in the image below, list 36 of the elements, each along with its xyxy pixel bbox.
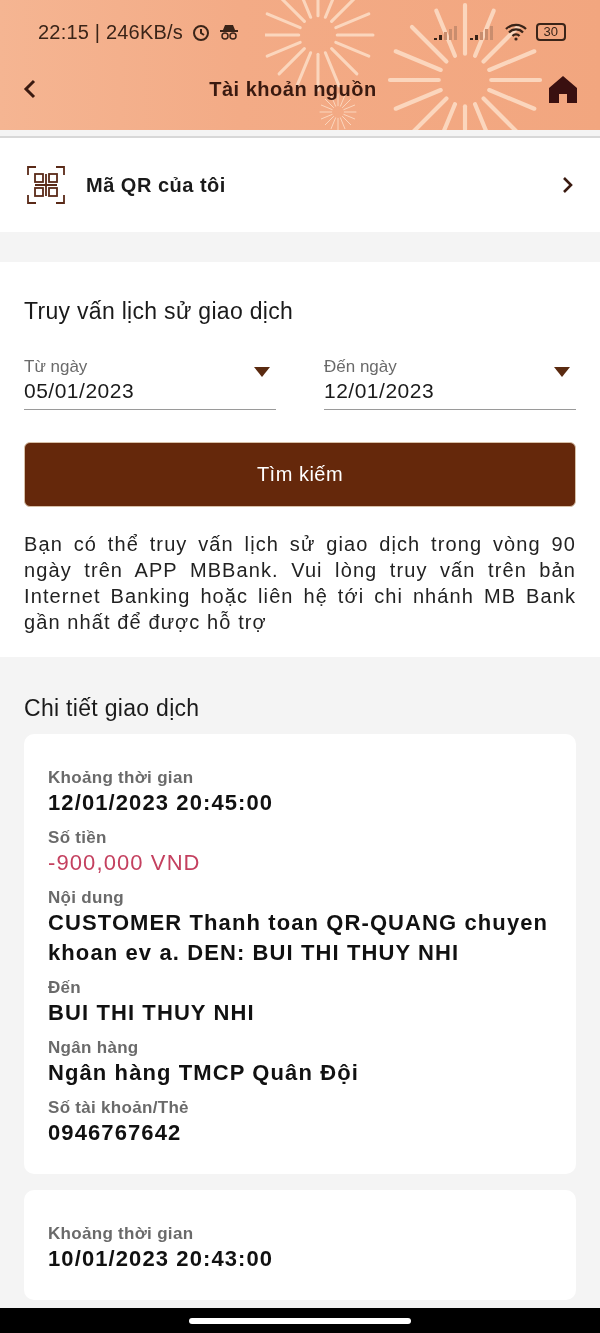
search-button[interactable]: Tìm kiếm	[24, 442, 576, 507]
my-qr-row[interactable]: Mã QR của tôi	[0, 138, 600, 232]
field-label: Khoảng thời gian	[48, 1224, 195, 1244]
status-time: 22:15 | 246KB/s	[38, 20, 183, 44]
date-field[interactable]: Đến ngày 12/01/2023	[324, 357, 576, 410]
alarm-icon	[190, 22, 211, 42]
info-note: Bạn có thể truy vấn lịch sử giao dịch trong vòng 90 ngày trên APP MBBank. Vui lòng truy vấn trên bản Internet Banking hoặc liên hệ tới chi nhánh MB Bank gần nhất để được hỗ trợ	[24, 532, 576, 635]
field-value: 12/01/2023 20:45:00	[48, 789, 275, 817]
amount-value: -900,000 VND	[48, 849, 202, 877]
signal-icon	[467, 24, 496, 40]
field-value: 0946767642	[48, 1119, 183, 1147]
home-button[interactable]	[548, 75, 578, 103]
battery-indicator: 30	[535, 23, 566, 41]
field-label: Số tiền	[48, 828, 108, 848]
wifi-icon	[503, 23, 528, 41]
caret-icon	[254, 367, 270, 377]
field-label: Đến	[48, 978, 83, 998]
field-label: Khoảng thời gian	[48, 768, 195, 788]
incognito-icon	[218, 24, 239, 40]
chevron-right-icon	[562, 176, 574, 194]
field-value: Ngân hàng TMCP Quân Đội	[48, 1059, 360, 1087]
field-value: CUSTOMER Thanh toan QR-QUANG chuyen khoan ev a. DEN: BUI THI THUY NHI	[48, 909, 550, 967]
section-title: Chi tiết giao dịch	[24, 695, 201, 722]
section-title: Truy vấn lịch sử giao dịch	[24, 298, 295, 325]
page-title: Tài khoản nguồn	[208, 77, 378, 101]
back-button[interactable]	[22, 78, 38, 100]
home-indicator[interactable]	[189, 1317, 411, 1324]
field-label: Nội dung	[48, 888, 126, 908]
signal-icon	[431, 24, 460, 40]
qr-code-icon	[26, 165, 66, 205]
field-label: Ngân hàng	[48, 1038, 140, 1058]
field-value: BUI THI THUY NHI	[48, 999, 256, 1027]
caret-icon	[554, 367, 570, 377]
field-value: 10/01/2023 20:43:00	[48, 1245, 275, 1273]
date-field[interactable]: Từ ngày 05/01/2023	[24, 357, 276, 410]
field-label: Số tài khoản/Thẻ	[48, 1098, 190, 1118]
